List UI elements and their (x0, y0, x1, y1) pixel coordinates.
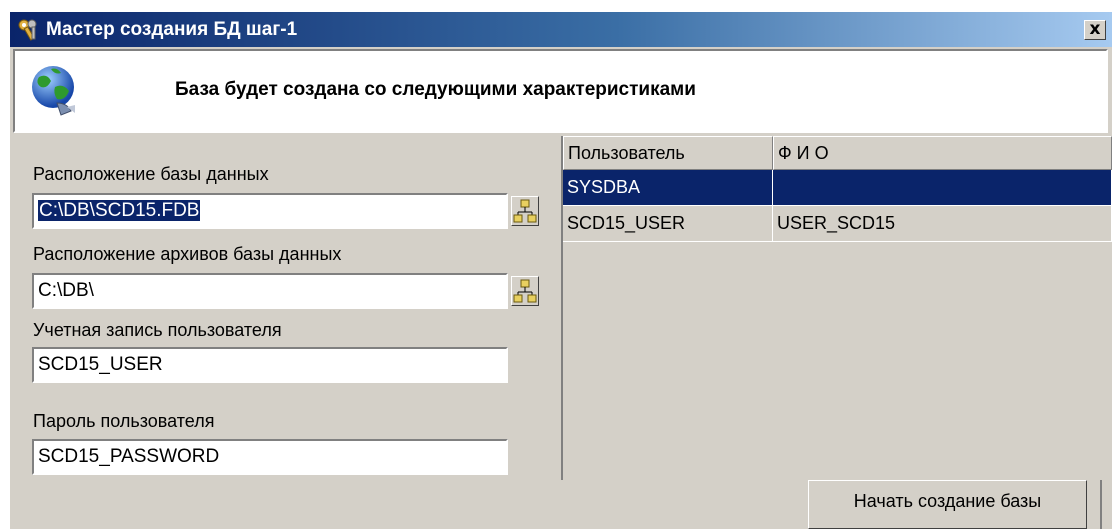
cell-full-name (773, 170, 1112, 206)
column-header-user[interactable]: Пользователь (563, 136, 773, 170)
grid-header: Пользователь Ф И О (563, 136, 1112, 170)
archive-location-browse-button[interactable] (511, 276, 539, 306)
network-folder-icon (513, 279, 537, 303)
header-caption: База будет создана со следующими характе… (175, 79, 696, 100)
settings-panel: Расположение базы данных C:\DB\SCD15.FDB… (10, 137, 561, 480)
user-account-value: SCD15_USER (38, 354, 163, 375)
user-account-label: Учетная запись пользователя (33, 320, 282, 340)
user-account-field[interactable]: SCD15_USER (32, 347, 508, 383)
table-row[interactable]: SYSDBA (563, 170, 1112, 206)
db-location-field[interactable]: C:\DB\SCD15.FDB (32, 193, 508, 229)
start-creation-button[interactable]: Начать создание базы (808, 480, 1087, 529)
cell-full-name: USER_SCD15 (773, 206, 1112, 242)
table-row[interactable]: SCD15_USER USER_SCD15 (563, 206, 1112, 242)
globe-icon (32, 66, 75, 116)
cell-user: SYSDBA (563, 170, 773, 206)
password-label: Пароль пользователя (33, 411, 215, 431)
column-header-full-name[interactable]: Ф И О (773, 136, 1112, 170)
users-grid[interactable]: Пользователь Ф И О SYSDBA SCD15_USER USE… (561, 136, 1112, 480)
password-value: SCD15_PASSWORD (38, 446, 220, 467)
wizard-window: Мастер создания БД шаг-1 x База будет со… (10, 12, 1112, 529)
archive-location-label: Расположение архивов базы данных (33, 244, 342, 264)
keys-icon (18, 19, 37, 41)
button-divider (1100, 480, 1102, 529)
cell-user: SCD15_USER (563, 206, 773, 242)
bottom-bar: Начать создание базы (10, 480, 1112, 529)
header-panel: База будет создана со следующими характе… (13, 49, 1108, 133)
network-folder-icon (513, 199, 537, 223)
db-location-value: C:\DB\SCD15.FDB (38, 200, 201, 221)
db-location-label: Расположение базы данных (33, 164, 269, 184)
title-bar[interactable]: Мастер создания БД шаг-1 x (10, 12, 1112, 47)
db-location-browse-button[interactable] (511, 196, 539, 226)
window-title: Мастер создания БД шаг-1 (46, 19, 298, 40)
close-button[interactable]: x (1084, 20, 1106, 40)
archive-location-value: C:\DB\ (38, 280, 94, 301)
archive-location-field[interactable]: C:\DB\ (32, 273, 508, 309)
password-field[interactable]: SCD15_PASSWORD (32, 439, 508, 475)
